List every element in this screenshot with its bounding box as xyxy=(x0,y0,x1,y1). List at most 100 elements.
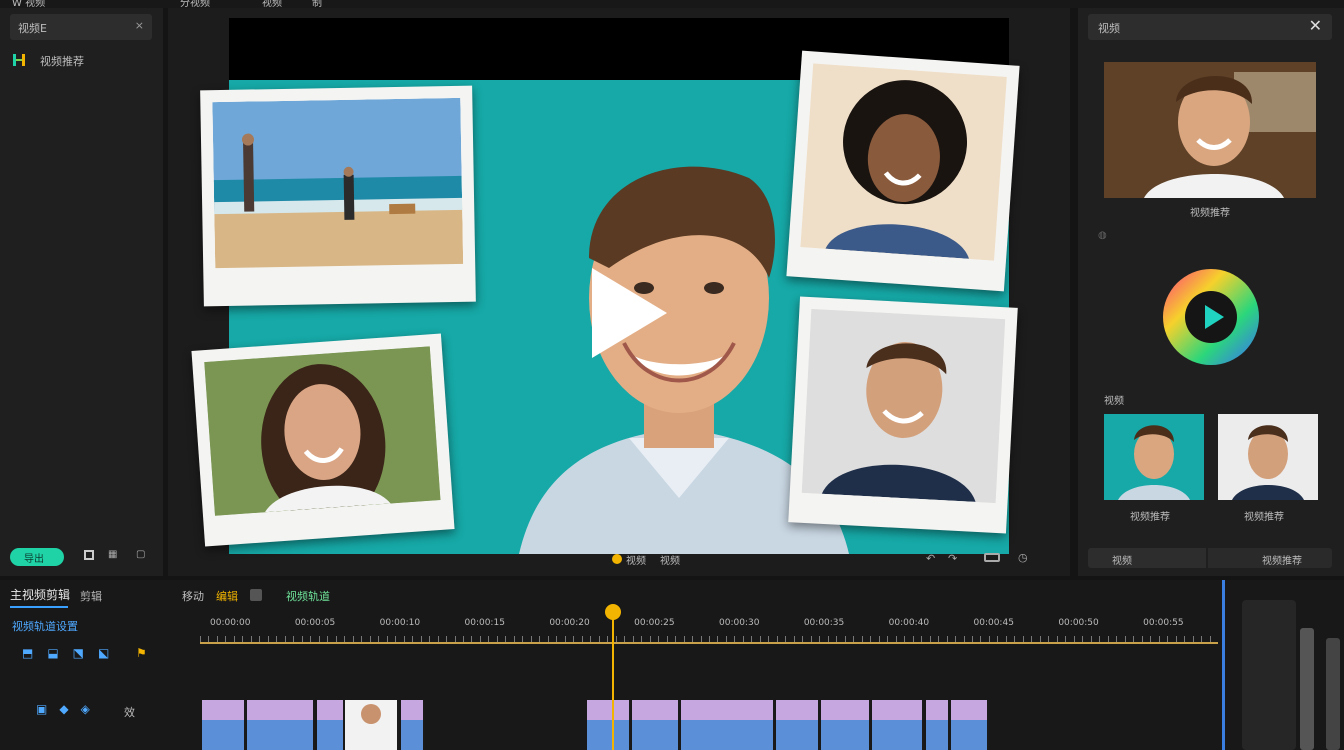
video-track[interactable] xyxy=(200,700,1218,750)
flag-icon[interactable]: ⚑ xyxy=(136,646,147,660)
photo-card-beach[interactable] xyxy=(200,85,476,307)
export-button[interactable]: 导出 xyxy=(10,548,64,566)
square-icon[interactable] xyxy=(250,589,262,601)
track-tools-icon[interactable]: ⬒⬓⬔⬕ xyxy=(22,646,123,660)
clip-top xyxy=(587,700,629,720)
crop-icon[interactable]: ▢ xyxy=(136,549,145,560)
clip-bottom xyxy=(821,720,869,750)
timeline-clip[interactable] xyxy=(821,700,871,750)
timeline-clip[interactable] xyxy=(872,700,924,750)
tab-underline xyxy=(10,606,68,608)
photo-card-woman[interactable] xyxy=(191,333,455,547)
left-panel: 视频E ⨯ 视频推荐 导出 ▦ ▢ xyxy=(0,8,163,576)
ruler-label: 00:00:00 xyxy=(210,618,251,628)
play-icon[interactable] xyxy=(587,268,667,358)
redo-icon[interactable]: ↷ xyxy=(948,552,957,565)
track-title: 视频轨道设置 xyxy=(12,620,78,633)
ruler-label: 00:00:35 xyxy=(803,618,845,628)
clip-bottom xyxy=(202,720,244,750)
clip-top xyxy=(632,700,678,720)
photo-card-curly[interactable] xyxy=(786,50,1020,292)
clip-top xyxy=(821,700,869,720)
clip-bottom xyxy=(317,720,343,750)
ruler-label: 00:00:50 xyxy=(1058,618,1099,628)
ruler-label: 00:00:10 xyxy=(379,618,421,628)
close-icon[interactable]: ✕ xyxy=(1309,16,1322,35)
timeline-clip[interactable] xyxy=(951,700,989,750)
top-bar: W 视频 分视频 视频 制 xyxy=(0,0,1344,9)
left-dropdown[interactable]: 视频E ⨯ xyxy=(10,14,152,40)
clip-top xyxy=(202,700,244,720)
ruler-label: 00:00:40 xyxy=(888,618,930,628)
ruler-label: 00:00:55 xyxy=(1143,618,1184,628)
image-icon[interactable] xyxy=(84,550,94,560)
caption-right: 视频 xyxy=(660,556,680,567)
beach-image xyxy=(212,97,464,269)
thumb-teal[interactable] xyxy=(1104,414,1204,500)
tab-main-label: 主视频剪辑 xyxy=(10,588,71,602)
playhead[interactable] xyxy=(605,604,621,750)
tab-right-label: 视频推荐 xyxy=(1262,556,1302,567)
timeline-end-marker xyxy=(1222,580,1225,750)
ruler-label: 00:00:45 xyxy=(973,618,1014,628)
clip-top xyxy=(951,700,987,720)
close-icon[interactable]: ⨯ xyxy=(135,19,144,32)
left-item[interactable]: 视频推荐 xyxy=(12,52,152,68)
clip-top xyxy=(247,700,313,720)
clip-top xyxy=(401,700,423,720)
timeline-clip[interactable] xyxy=(632,700,680,750)
woman-image xyxy=(204,346,441,516)
timer-icon[interactable]: ◷ xyxy=(1018,551,1028,564)
tab-edit[interactable]: 剪辑 xyxy=(80,588,102,604)
timeline-panel: 主视频剪辑 剪辑 移动 编辑 视频轨道 视频轨道设置 ⬒⬓⬔⬕ ⚑ ▣◆◈ 效 … xyxy=(0,580,1344,750)
clip-top xyxy=(926,700,948,720)
aspect-icon[interactable] xyxy=(984,553,1000,562)
ruler-line xyxy=(200,642,1218,644)
clip-top xyxy=(317,700,343,720)
item-label: 视频推荐 xyxy=(40,55,84,68)
clip-bottom xyxy=(587,720,629,750)
clip-bottom xyxy=(926,720,948,750)
thumb-white[interactable] xyxy=(1218,414,1318,500)
clip-top xyxy=(776,700,818,720)
tool-move[interactable]: 移动 xyxy=(182,588,204,604)
timeline-scrollbar[interactable] xyxy=(1242,600,1296,750)
ruler-label: 00:00:25 xyxy=(634,618,675,628)
ruler-label: 00:00:20 xyxy=(549,618,590,628)
color-wheel-play-icon[interactable] xyxy=(1162,268,1260,366)
photo-card-man[interactable] xyxy=(788,296,1018,534)
clip-bottom xyxy=(951,720,987,750)
tool-edit[interactable]: 编辑 xyxy=(216,588,238,604)
timeline-clip[interactable] xyxy=(926,700,950,750)
tab-right[interactable]: 视频推荐 xyxy=(1208,548,1332,568)
timeline-clip[interactable] xyxy=(202,700,246,750)
timeline-clip[interactable] xyxy=(345,700,399,750)
clip-bottom xyxy=(681,720,773,750)
export-label: 导出 xyxy=(24,554,44,565)
timeline-clip[interactable] xyxy=(776,700,820,750)
timeline-clip[interactable] xyxy=(401,700,425,750)
timeline-clip[interactable] xyxy=(317,700,345,750)
tab-left[interactable]: 视频 xyxy=(1088,548,1206,568)
profile-image[interactable] xyxy=(1104,62,1316,198)
right-header: 视频 ✕ xyxy=(1088,14,1332,40)
emoji-icon xyxy=(612,554,622,564)
clip-bottom xyxy=(776,720,818,750)
timeline-clip[interactable] xyxy=(681,700,775,750)
grid-icon[interactable]: ▦ xyxy=(108,549,117,560)
man-image xyxy=(801,309,1006,503)
timeline-ruler[interactable]: 00:00:00 00:00:05 00:00:10 00:00:15 00:00:20… xyxy=(200,606,1218,644)
track-side-label: 效 xyxy=(124,706,135,719)
tab-left-label: 视频 xyxy=(1112,556,1132,567)
undo-icon[interactable]: ↶ xyxy=(926,552,935,565)
timeline-clip[interactable] xyxy=(247,700,315,750)
playhead-handle-icon[interactable] xyxy=(605,604,621,620)
zoom-slider[interactable] xyxy=(1326,638,1340,750)
clip-top xyxy=(681,700,773,720)
clip-bottom xyxy=(247,720,313,750)
timeline-clip[interactable] xyxy=(587,700,631,750)
clip-tools-icon[interactable]: ▣◆◈ xyxy=(36,702,102,716)
thumb2-caption: 视频推荐 xyxy=(1244,512,1284,523)
tool-track[interactable]: 视频轨道 xyxy=(286,588,330,604)
volume-slider[interactable] xyxy=(1300,628,1314,750)
